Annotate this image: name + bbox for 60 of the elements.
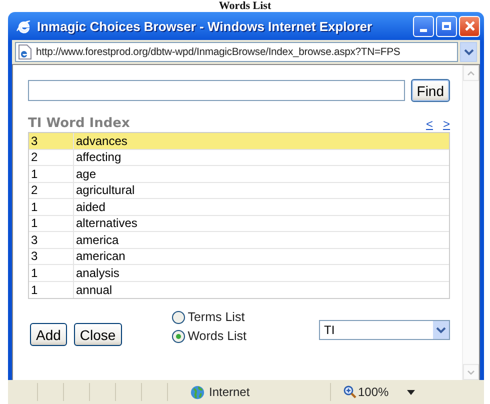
chevron-down-icon [464, 48, 474, 56]
address-text: http://www.forestprod.org/dbtw-wpd/InmagicBrowse/Index_browse.aspx?TN=FPS [36, 46, 400, 58]
count-cell: 1 [29, 166, 74, 182]
count-cell: 2 [29, 182, 74, 198]
page-heading: Words List [218, 0, 272, 12]
term-cell-text: advances [75, 134, 128, 148]
list-row[interactable]: 1 analysis [29, 265, 449, 282]
count-cell: 3 [29, 248, 74, 264]
list-row[interactable]: 2 affecting [29, 150, 449, 166]
radio-button[interactable] [172, 330, 185, 342]
index-title: TI Word Index [28, 116, 130, 131]
list-row[interactable]: 1 aided [29, 199, 449, 216]
dropdown-button[interactable] [460, 42, 477, 62]
zoom-control[interactable]: 100% [343, 385, 389, 399]
term-cell-text: analysis [75, 266, 120, 280]
find-button[interactable]: Find [410, 79, 450, 102]
chevron-down-icon [436, 326, 446, 334]
count-cell: 3 [29, 133, 74, 148]
page-icon [18, 44, 32, 60]
maximize-button[interactable] [436, 16, 457, 36]
term-cell-text: alternatives [75, 216, 138, 230]
count-cell: 1 [29, 216, 74, 231]
close-button[interactable]: Close [74, 323, 122, 346]
caret-icon[interactable] [406, 390, 415, 394]
browser-logo-icon [16, 18, 32, 34]
address-field[interactable]: http://www.forestprod.org/dbtw-wpd/InmagicBrowse/Index_browse.aspx?TN=FPS [15, 42, 458, 62]
term-cell-text: aided [75, 200, 106, 214]
radio-label: Words List [188, 329, 247, 343]
add-button[interactable]: Add [30, 323, 67, 346]
term-cell-text: age [75, 166, 96, 181]
count-cell: 3 [29, 232, 74, 248]
list-row[interactable]: 1 alternatives [29, 216, 449, 232]
radio-button[interactable] [172, 310, 185, 324]
close-icon [464, 20, 476, 32]
term-cell-text: agricultural [75, 183, 135, 198]
minimize-button[interactable] [413, 16, 434, 36]
count-cell: 2 [29, 150, 74, 165]
count-cell: 1 [29, 282, 74, 298]
zoom-icon [343, 385, 357, 399]
close-button[interactable] [459, 16, 480, 36]
term-cell-text: affecting [75, 150, 122, 164]
list-row[interactable]: 3 advances [29, 133, 449, 150]
count-cell: 1 [29, 265, 74, 280]
term-cell-text: american [75, 249, 126, 264]
window-title: Inmagic Choices Browser - Windows Internet Explorer [37, 18, 374, 34]
field-select[interactable]: TI [319, 320, 450, 340]
list-row[interactable]: 3 america [29, 232, 449, 248]
count-cell: 1 [29, 199, 74, 214]
globe-icon [190, 384, 205, 400]
previous-link[interactable]: < [426, 117, 433, 131]
list-row[interactable]: 2 agricultural [29, 182, 449, 199]
radio-label: Terms List [188, 310, 245, 324]
term-cell-text: america [75, 232, 119, 247]
search-field[interactable] [28, 80, 405, 101]
list-row[interactable]: 1 age [29, 166, 449, 182]
zone-label: Internet [209, 385, 250, 399]
term-cell-text: annual [75, 282, 112, 297]
list-row[interactable]: 1 annual [29, 282, 449, 298]
list-row[interactable]: 3 american [29, 248, 449, 265]
next-link[interactable]: > [442, 117, 450, 131]
